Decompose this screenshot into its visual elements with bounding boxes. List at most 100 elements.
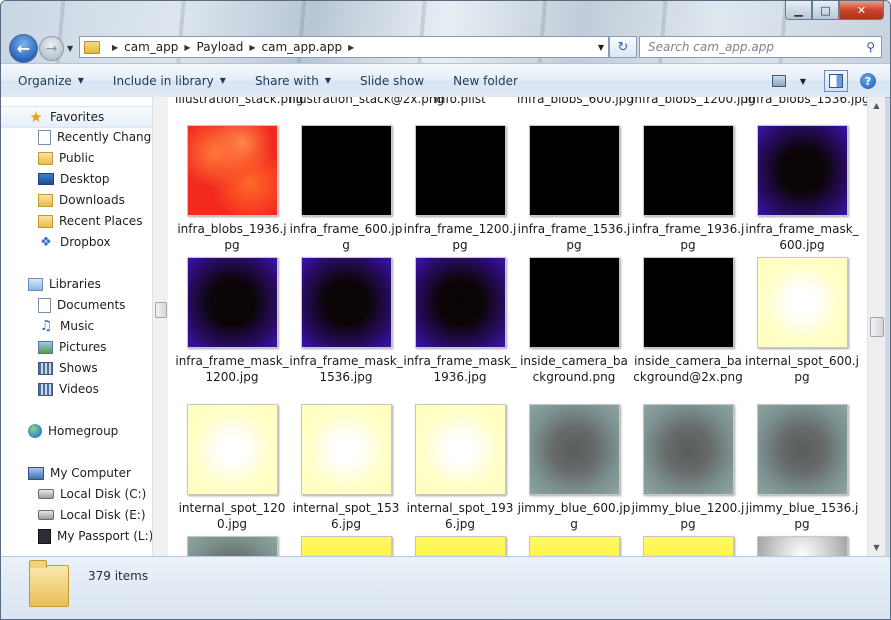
image-thumbnail[interactable] [528,536,620,556]
search-icon[interactable]: ⚲ [866,40,875,54]
change-view-icon[interactable] [771,75,786,87]
file-item[interactable] [745,536,859,556]
scroll-up-icon[interactable]: ▲ [868,97,885,114]
scrollbar-thumb[interactable] [155,302,167,318]
file-item[interactable]: infra_frame_1936.jpg [631,125,745,253]
sidebar-item-dropbox[interactable]: ❖ Dropbox [38,232,110,252]
file-view-scrollbar[interactable]: ▲ ▼ [867,97,885,556]
help-icon[interactable]: ? [860,73,876,89]
sidebar-item-documents[interactable]: Documents [38,295,125,315]
image-thumbnail[interactable] [186,404,278,495]
include-in-library-button[interactable]: Include in library ▼ [113,74,226,88]
chevron-right-icon[interactable]: ▶ [348,43,354,52]
image-thumbnail[interactable] [186,536,278,556]
sidebar-libraries[interactable]: Libraries [28,274,101,294]
file-label-partial[interactable]: illustration_stack.png [175,97,303,107]
image-thumbnail[interactable] [414,125,506,216]
scrollbar-thumb[interactable] [870,317,884,337]
file-label-partial[interactable]: infra_blobs_600.jpg [517,97,634,107]
close-button[interactable]: ✕ [839,1,884,20]
image-thumbnail[interactable] [642,125,734,216]
file-item[interactable]: infra_frame_600.jpg [289,125,403,253]
image-thumbnail[interactable] [756,536,848,556]
file-item[interactable] [517,536,631,556]
sidebar-item-shows[interactable]: Shows [38,358,98,378]
file-item[interactable]: internal_spot_1936.jpg [403,404,517,532]
breadcrumb-item[interactable]: Payload [197,40,244,54]
maximize-button[interactable]: □ [812,1,839,20]
slide-show-button[interactable]: Slide show [360,74,424,88]
preview-pane-button[interactable] [824,70,848,92]
file-item[interactable]: infra_frame_mask_1200.jpg [175,257,289,385]
file-item[interactable] [631,536,745,556]
file-item[interactable] [175,536,289,556]
view-options-dropdown-icon[interactable]: ▼ [800,77,806,86]
file-label-partial[interactable]: infra_blobs_1200.jpg [631,97,756,107]
image-thumbnail[interactable] [414,536,506,556]
recent-pages-dropdown-icon[interactable]: ▼ [67,44,73,53]
forward-button[interactable]: → [39,36,64,61]
image-thumbnail[interactable] [756,404,848,495]
sidebar-item-my-passport[interactable]: My Passport (L:) [38,526,152,546]
sidebar-favorites[interactable]: ★ Favorites [1,106,152,128]
image-thumbnail[interactable] [756,125,848,216]
chevron-right-icon[interactable]: ▶ [112,43,118,52]
file-item[interactable]: inside_camera_background@2x.png [631,257,745,385]
address-bar[interactable]: ▶ cam_app ▶ Payload ▶ cam_app.app ▶ ▼ [79,36,609,58]
back-button[interactable]: ← [9,34,38,63]
chevron-right-icon[interactable]: ▶ [249,43,255,52]
file-item[interactable]: infra_frame_1200.jpg [403,125,517,253]
sidebar-homegroup[interactable]: Homegroup [28,421,118,441]
breadcrumb-item[interactable]: cam_app [124,40,178,54]
image-thumbnail[interactable] [642,257,734,348]
image-thumbnail[interactable] [528,257,620,348]
breadcrumb-item[interactable]: cam_app.app [262,40,343,54]
image-thumbnail[interactable] [300,257,392,348]
new-folder-button[interactable]: New folder [453,74,518,88]
search-input[interactable]: Search cam_app.app ⚲ [639,36,882,58]
minimize-button[interactable]: ▁ [785,1,812,20]
file-label-partial[interactable]: Info.plist [403,97,517,107]
file-item[interactable]: infra_frame_mask_1536.jpg [289,257,403,385]
file-label-partial[interactable]: illustration_stack@2x.png [289,97,444,107]
file-label-partial[interactable]: infra_blobs_1536.jpg [745,97,867,107]
sidebar-my-computer[interactable]: My Computer [28,463,131,483]
navigation-pane-scrollbar[interactable] [152,97,168,556]
image-thumbnail[interactable] [186,257,278,348]
sidebar-item-public[interactable]: Public [38,148,95,168]
sidebar-item-local-disk-c[interactable]: Local Disk (C:) [38,484,146,504]
refresh-button[interactable]: ↻ [609,36,637,58]
scroll-down-icon[interactable]: ▼ [868,539,885,556]
file-item[interactable]: infra_frame_1536.jpg [517,125,631,253]
image-thumbnail[interactable] [528,404,620,495]
sidebar-item-pictures[interactable]: Pictures [38,337,107,357]
image-thumbnail[interactable] [300,125,392,216]
organize-button[interactable]: Organize ▼ [18,74,84,88]
file-item[interactable]: infra_blobs_1936.jpg [175,125,289,253]
address-dropdown-icon[interactable]: ▼ [594,37,608,57]
sidebar-item-downloads[interactable]: Downloads [38,190,125,210]
file-item[interactable]: infra_frame_mask_600.jpg [745,125,859,253]
sidebar-item-recently-changed[interactable]: Recently Changed [38,127,152,147]
chevron-right-icon[interactable]: ▶ [184,43,190,52]
file-item[interactable]: jimmy_blue_1200.jpg [631,404,745,532]
image-thumbnail[interactable] [414,257,506,348]
file-item[interactable] [403,536,517,556]
image-thumbnail[interactable] [528,125,620,216]
image-thumbnail[interactable] [642,536,734,556]
file-item[interactable] [289,536,403,556]
share-with-button[interactable]: Share with ▼ [255,74,331,88]
file-item[interactable]: internal_spot_600.jpg [745,257,859,385]
sidebar-item-local-disk-e[interactable]: Local Disk (E:) [38,505,146,525]
sidebar-item-music[interactable]: ♫ Music [38,316,94,336]
sidebar-item-recent-places[interactable]: Recent Places [38,211,142,231]
image-thumbnail[interactable] [300,536,392,556]
file-item[interactable]: internal_spot_1536.jpg [289,404,403,532]
file-item[interactable]: jimmy_blue_600.jpg [517,404,631,532]
file-item[interactable]: infra_frame_mask_1936.jpg [403,257,517,385]
file-item[interactable]: internal_spot_1200.jpg [175,404,289,532]
image-thumbnail[interactable] [300,404,392,495]
sidebar-item-desktop[interactable]: Desktop [38,169,110,189]
image-thumbnail[interactable] [414,404,506,495]
file-item[interactable]: inside_camera_background.png [517,257,631,385]
